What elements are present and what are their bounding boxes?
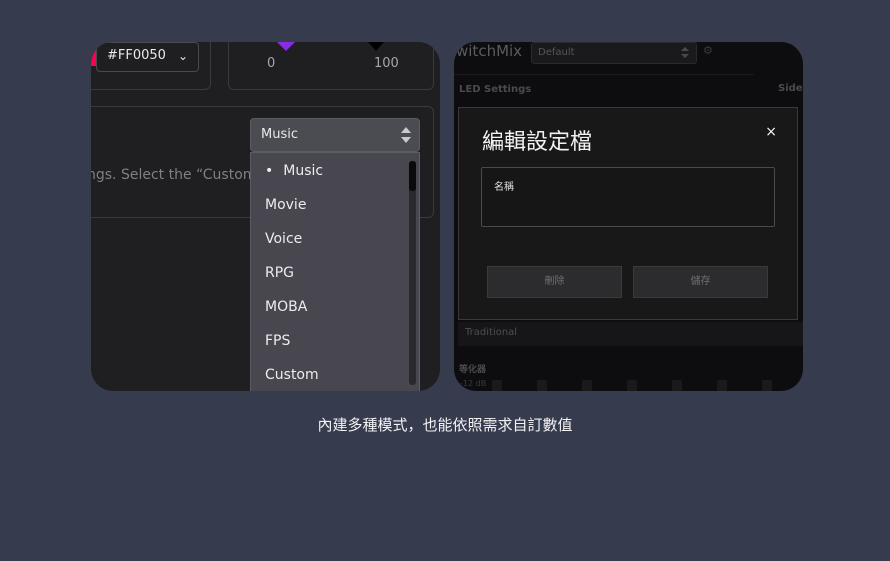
save-button[interactable]: 儲存	[633, 266, 768, 298]
divider	[454, 74, 754, 75]
eq-band-handle[interactable]	[717, 380, 727, 391]
profile-name-field[interactable]: 名稱	[481, 167, 775, 227]
delete-button[interactable]: 刪除	[487, 266, 622, 298]
equalizer-db-label: -12 dB	[460, 379, 487, 388]
select-arrows-icon	[681, 47, 689, 58]
dropdown-scrollbar[interactable]	[409, 161, 416, 385]
option-label: FPS	[265, 333, 291, 349]
option-label: Custom	[265, 367, 319, 383]
option-label: Movie	[265, 197, 307, 213]
slider-min-label: 0	[267, 56, 276, 71]
led-settings-heading: LED Settings	[459, 84, 532, 95]
hint-text: ngs. Select the “Custom”	[91, 167, 264, 183]
option-label: Music	[283, 163, 324, 179]
equalizer-heading: 等化器	[459, 365, 487, 375]
language-value: Traditional	[465, 327, 518, 338]
language-select-behind: Traditional	[458, 322, 803, 346]
caption: 內建多種模式，也能依照需求自訂數值	[317, 416, 573, 434]
color-select[interactable]: #FF0050 ⌄	[96, 42, 199, 72]
mode-settings-screenshot: #FF0050 ⌄ 0 100 Music ngs. Select the “C…	[91, 42, 440, 391]
app-title: witchMix	[456, 42, 523, 60]
mode-dropdown: • Music Movie Voice RPG MOBA FPS Custom	[250, 152, 420, 391]
dropdown-option-fps[interactable]: FPS	[251, 324, 419, 358]
dropdown-option-moba[interactable]: MOBA	[251, 290, 419, 324]
gear-icon[interactable]: ⚙	[703, 44, 713, 57]
scrollbar-thumb[interactable]	[409, 161, 416, 191]
field-label: 名稱	[494, 182, 514, 193]
option-label: RPG	[265, 265, 295, 281]
dropdown-option-voice[interactable]: Voice	[251, 222, 419, 256]
mode-select[interactable]: Music	[250, 118, 420, 152]
eq-band-handle[interactable]	[582, 380, 592, 391]
close-icon[interactable]: ×	[765, 124, 777, 140]
dialog-title: 編輯設定檔	[482, 130, 593, 155]
profile-value: Default	[538, 47, 575, 58]
slider-handle-purple[interactable]	[277, 42, 295, 51]
eq-band-handle[interactable]	[537, 380, 547, 391]
slider-max-label: 100	[374, 56, 399, 71]
sidetone-heading: Sidet	[778, 83, 803, 94]
slider-card: 0 100	[228, 42, 434, 90]
dropdown-option-custom[interactable]: Custom	[251, 358, 419, 391]
eq-band-handle[interactable]	[762, 380, 772, 391]
dropdown-option-music[interactable]: • Music	[251, 154, 419, 188]
color-card: #FF0050 ⌄	[91, 42, 211, 90]
edit-profile-dialog: 編輯設定檔 × 名稱 刪除 儲存	[458, 107, 798, 320]
chevron-down-icon: ⌄	[177, 49, 188, 63]
option-label: MOBA	[265, 299, 308, 315]
select-arrows-icon	[401, 127, 411, 143]
slider-handle-black[interactable]	[368, 42, 384, 51]
option-label: Voice	[265, 231, 303, 247]
selected-bullet-icon: •	[265, 163, 274, 179]
eq-band-handle[interactable]	[492, 380, 502, 391]
profile-select[interactable]: Default	[531, 42, 697, 64]
eq-band-handle[interactable]	[627, 380, 637, 391]
dropdown-option-movie[interactable]: Movie	[251, 188, 419, 222]
color-value: #FF0050	[107, 48, 166, 63]
dropdown-option-rpg[interactable]: RPG	[251, 256, 419, 290]
mode-selected-value: Music	[261, 127, 298, 142]
profile-editor-screenshot: witchMix Default ⚙ LED Settings Sidet 編輯…	[454, 42, 803, 391]
eq-band-handle[interactable]	[672, 380, 682, 391]
